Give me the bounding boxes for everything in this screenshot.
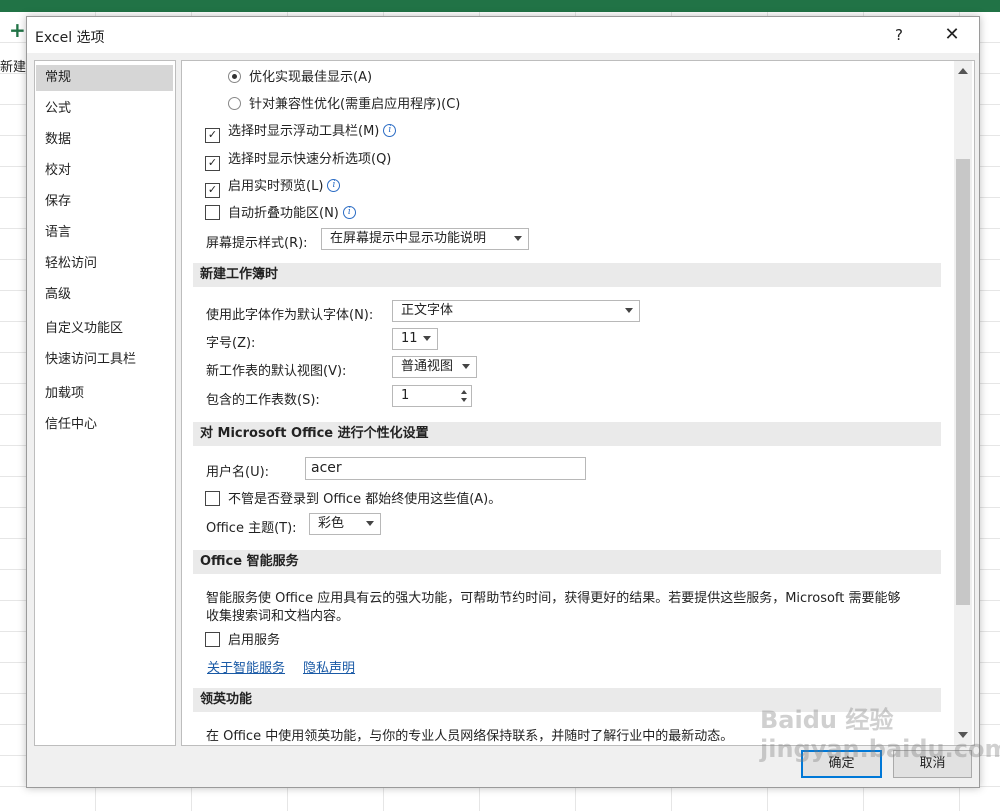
nav-item-accessibility[interactable]: 轻松访问	[36, 251, 173, 277]
info-icon: i	[383, 124, 397, 137]
privacy-statement-link[interactable]: 隐私声明	[303, 657, 355, 676]
default-font-label: 使用此字体作为默认字体(N):	[206, 308, 374, 323]
nav-item-add-ins[interactable]: 加载项	[36, 381, 173, 407]
dialog-title: Excel 选项	[35, 30, 105, 46]
nav-item-quick-access-toolbar[interactable]: 快速访问工具栏	[36, 347, 173, 373]
intelligent-desc-line1: 智能服务使 Office 应用具有云的强大功能，可帮助节约时间，获得更好的结果。…	[206, 591, 901, 606]
close-button[interactable]: ✕	[937, 23, 967, 47]
office-theme-label: Office 主题(T):	[206, 521, 297, 536]
checkbox-quick-analysis[interactable]: ✓ 选择时显示快速分析选项(Q)	[205, 148, 391, 171]
linkedin-desc: 在 Office 中使用领英功能，与你的专业人员网络保持联系，并随时了解行业中的…	[206, 729, 734, 744]
radio-icon	[228, 97, 241, 110]
section-new-workbook: 新建工作簿时	[193, 263, 941, 287]
checkbox-empty-icon	[205, 632, 220, 647]
info-icon: i	[342, 206, 356, 219]
checkbox-empty-icon	[205, 205, 220, 220]
sheet-count-spinner[interactable]: 1	[392, 385, 472, 407]
chevron-down-icon	[423, 336, 431, 341]
checkmark-icon: ✓	[205, 156, 220, 171]
dialog-titlebar: Excel 选项 ? ✕	[27, 17, 979, 53]
new-label: 新建	[0, 60, 27, 75]
default-font-select[interactable]: 正文字体	[392, 300, 640, 322]
font-size-select[interactable]: 11	[392, 328, 438, 350]
screentip-label: 屏幕提示样式(R):	[206, 236, 308, 251]
radio-selected-icon	[228, 70, 241, 83]
nav-item-formulas[interactable]: 公式	[36, 96, 173, 122]
scroll-thumb[interactable]	[956, 159, 970, 605]
chevron-down-icon	[514, 236, 522, 241]
sheet-count-label: 包含的工作表数(S):	[206, 393, 320, 408]
info-icon: i	[327, 179, 341, 192]
checkbox-mini-toolbar[interactable]: ✓ 选择时显示浮动工具栏(M) i	[205, 120, 397, 143]
content-scrollbar[interactable]	[954, 61, 972, 745]
nav-item-customize-ribbon[interactable]: 自定义功能区	[36, 316, 173, 342]
nav-item-trust-center[interactable]: 信任中心	[36, 412, 173, 438]
chevron-down-icon	[462, 364, 470, 369]
radio-optimize-compat[interactable]: 针对兼容性优化(需重启应用程序)(C)	[228, 93, 460, 112]
default-view-select[interactable]: 普通视图	[392, 356, 477, 378]
nav-item-save[interactable]: 保存	[36, 189, 173, 215]
help-button[interactable]: ?	[887, 23, 911, 47]
username-label: 用户名(U):	[206, 465, 270, 480]
radio-optimize-best[interactable]: 优化实现最佳显示(A)	[228, 66, 372, 85]
excel-ribbon-background	[0, 0, 1000, 12]
options-nav: 常规 公式 数据 校对 保存 语言 轻松访问 高级 自定义功能区 快速访问工具栏…	[34, 60, 176, 746]
username-input[interactable]: acer	[305, 457, 586, 480]
checkbox-collapse-ribbon[interactable]: 自动折叠功能区(N) i	[205, 202, 356, 221]
spin-down-icon[interactable]	[461, 398, 467, 402]
section-intelligent-services: Office 智能服务	[193, 550, 941, 574]
excel-options-dialog: Excel 选项 ? ✕ 常规 公式 数据 校对 保存 语言 轻松访问 高级 自…	[26, 16, 980, 788]
chevron-down-icon	[366, 521, 374, 526]
nav-item-language[interactable]: 语言	[36, 220, 173, 246]
screentip-style-select[interactable]: 在屏幕提示中显示功能说明	[321, 228, 529, 250]
spin-up-icon[interactable]	[461, 390, 467, 394]
baidu-watermark: Baidu 经验 jingyan.baidu.com	[760, 706, 1000, 763]
nav-item-advanced[interactable]: 高级	[36, 282, 173, 308]
nav-item-proofing[interactable]: 校对	[36, 158, 173, 184]
default-view-label: 新工作表的默认视图(V):	[206, 364, 347, 379]
about-intelligent-services-link[interactable]: 关于智能服务	[207, 657, 285, 676]
checkmark-icon: ✓	[205, 128, 220, 143]
nav-item-data[interactable]: 数据	[36, 127, 173, 153]
office-theme-select[interactable]: 彩色	[309, 513, 381, 535]
plus-icon: +	[9, 18, 26, 42]
font-size-label: 字号(Z):	[206, 336, 256, 351]
options-content: 优化实现最佳显示(A) 针对兼容性优化(需重启应用程序)(C) ✓ 选择时显示浮动…	[181, 60, 975, 746]
scroll-up-icon[interactable]	[958, 68, 968, 74]
nav-item-general[interactable]: 常规	[36, 65, 173, 91]
checkbox-always-use-values[interactable]: 不管是否登录到 Office 都始终使用这些值(A)。	[205, 488, 501, 507]
section-personalize: 对 Microsoft Office 进行个性化设置	[193, 422, 941, 446]
checkbox-empty-icon	[205, 491, 220, 506]
chevron-down-icon	[625, 308, 633, 313]
checkmark-icon: ✓	[205, 183, 220, 198]
checkbox-enable-services[interactable]: 启用服务	[205, 629, 280, 648]
intelligent-desc-line2: 收集搜索词和文档内容。	[206, 609, 350, 624]
checkbox-live-preview[interactable]: ✓ 启用实时预览(L) i	[205, 175, 341, 198]
